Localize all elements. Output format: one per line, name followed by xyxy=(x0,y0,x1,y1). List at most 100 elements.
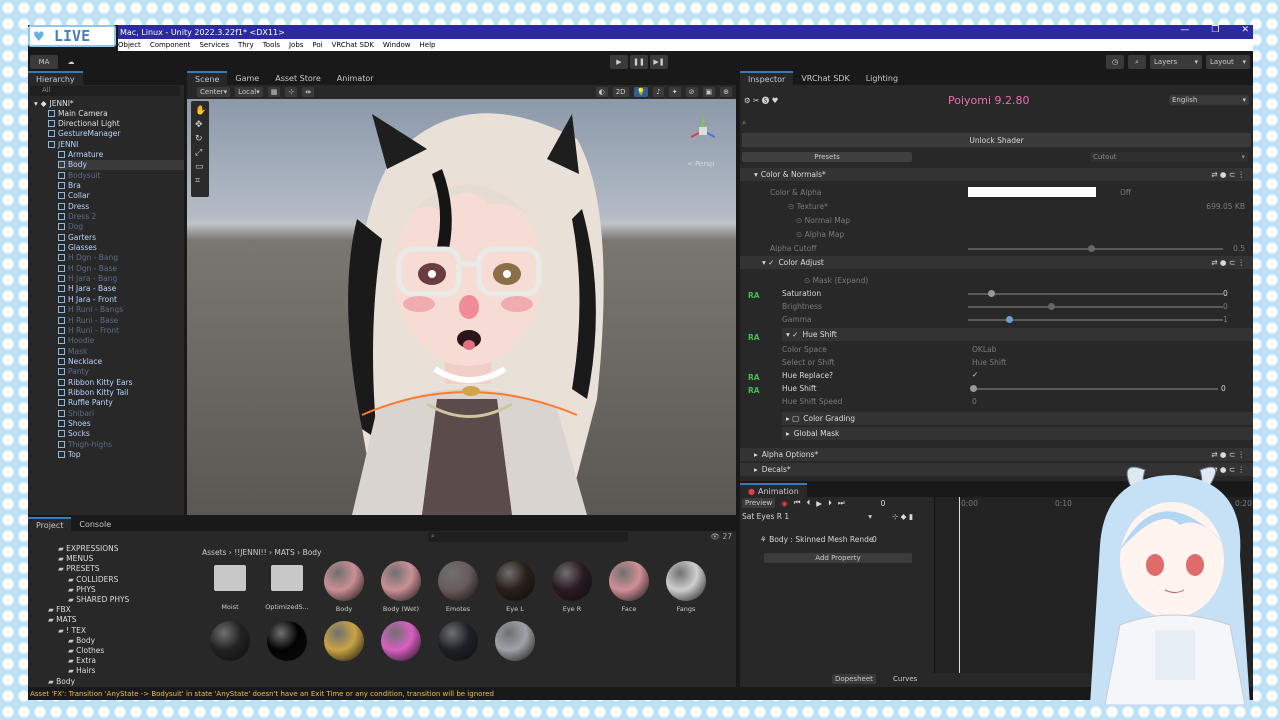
play-anim-button[interactable]: ▶ xyxy=(816,499,822,508)
hierarchy-item[interactable]: H Runi - Bangs xyxy=(58,305,184,315)
asset-item[interactable] xyxy=(206,621,254,665)
render-mode-dropdown[interactable]: Cutout ▾ xyxy=(1090,152,1248,162)
off-dropdown[interactable]: Off xyxy=(1120,188,1131,197)
hierarchy-item[interactable]: Dress xyxy=(58,201,184,211)
pause-button[interactable]: ❚❚ xyxy=(630,55,648,69)
saturation-slider[interactable] xyxy=(968,290,1223,297)
asset-item[interactable]: Body (Wet) xyxy=(377,561,425,613)
hierarchy-item[interactable]: Ruffle Panty xyxy=(58,398,184,408)
section-hue-shift[interactable]: ▾ ✓ Hue Shift xyxy=(782,328,1253,341)
asset-item[interactable] xyxy=(320,621,368,665)
menu-jobs[interactable]: Jobs xyxy=(289,41,303,49)
hidden-icon[interactable]: ⊘ xyxy=(685,87,698,97)
grid-icon[interactable]: ▦ xyxy=(267,87,281,97)
effects-icon[interactable]: ✦ xyxy=(668,87,681,97)
unlock-shader-button[interactable]: Unlock Shader xyxy=(742,133,1251,147)
toggle-2d-button[interactable]: 2D xyxy=(612,87,629,97)
hierarchy-item[interactable]: Armature xyxy=(58,149,184,159)
cloud-icon[interactable]: ☁ xyxy=(62,55,80,69)
asset-item[interactable]: Moist xyxy=(206,561,254,611)
hierarchy-item[interactable]: H Jara - Base xyxy=(58,284,184,294)
folder-item[interactable]: ▰ Body xyxy=(68,636,95,645)
breadcrumb-item[interactable]: Body xyxy=(303,548,322,557)
presets-button[interactable]: Presets xyxy=(742,152,912,162)
scene-viewport[interactable]: ✋ ✥ ↻ ⤢ ▭ ⌗ < Persp xyxy=(187,99,736,515)
menu-thry[interactable]: Thry xyxy=(238,41,254,49)
tab-inspector[interactable]: Inspector xyxy=(740,71,794,85)
audio-icon[interactable]: ♪ xyxy=(653,87,664,97)
menu-object[interactable]: Object xyxy=(118,41,141,49)
hierarchy-item[interactable]: Necklace xyxy=(58,356,184,366)
history-icon[interactable]: ◷ xyxy=(1106,55,1124,69)
inspector-search-icon[interactable]: ⌕ xyxy=(742,118,746,128)
curves-tab[interactable]: Curves xyxy=(890,674,920,684)
maximize-button[interactable]: ❐ xyxy=(1211,25,1219,35)
folder-item[interactable]: ▰ PRESETS xyxy=(58,564,99,573)
layers-dropdown[interactable]: Layers ▾ xyxy=(1150,55,1202,69)
dopesheet-tab[interactable]: Dopesheet xyxy=(832,674,876,684)
last-key-button[interactable]: ⏭ xyxy=(838,498,845,508)
snap-icon[interactable]: ⊹ xyxy=(285,87,298,97)
menu-window[interactable]: Window xyxy=(383,41,411,49)
play-button[interactable]: ▶ xyxy=(610,55,628,69)
tab-game[interactable]: Game xyxy=(227,71,267,85)
gizmos-icon[interactable]: ⊕ xyxy=(720,87,732,97)
pivot-dropdown[interactable]: Center ▾ xyxy=(197,87,231,97)
next-key-button[interactable]: ⏵ xyxy=(828,498,832,508)
folder-item[interactable]: ▰ MENUS xyxy=(58,554,93,563)
lighting-icon[interactable]: 💡 xyxy=(633,87,649,97)
tab-vrchat-sdk[interactable]: VRChat SDK xyxy=(793,71,857,85)
step-button[interactable]: ▶❚ xyxy=(650,55,668,69)
asset-item[interactable] xyxy=(434,621,482,665)
folder-item[interactable]: ▰ Extra xyxy=(68,656,96,665)
menu-services[interactable]: Services xyxy=(199,41,229,49)
folder-item[interactable]: ▰ Body xyxy=(48,677,75,686)
hierarchy-search[interactable]: All xyxy=(30,86,180,96)
tab-animation[interactable]: ● Animation xyxy=(740,483,807,497)
asset-item[interactable]: Face xyxy=(605,561,653,613)
asset-item[interactable] xyxy=(263,621,311,665)
folder-item[interactable]: ▰ MATS xyxy=(48,615,77,624)
hierarchy-item[interactable]: Body xyxy=(58,159,184,170)
section-color-normals[interactable]: ▾ Color & Normals* ⇄ ● ⊂ ⋮ xyxy=(740,168,1253,181)
hierarchy-item[interactable]: Mask xyxy=(58,346,184,356)
folder-item[interactable]: ▰ Hairs xyxy=(68,666,95,675)
hierarchy-item[interactable]: H Jara - Front xyxy=(58,294,184,304)
hierarchy-item[interactable]: Shibari xyxy=(58,408,184,418)
add-property-button[interactable]: Add Property xyxy=(764,553,912,563)
project-search[interactable]: ⌕ xyxy=(428,532,628,542)
minimize-button[interactable]: — xyxy=(1180,25,1189,35)
hierarchy-item[interactable]: Ribbon Kitty Ears xyxy=(58,377,184,387)
hierarchy-item[interactable]: JENNI xyxy=(48,139,184,149)
tab-lighting[interactable]: Lighting xyxy=(858,71,906,85)
close-button[interactable]: ✕ xyxy=(1241,25,1249,35)
hierarchy-item[interactable]: GestureManager xyxy=(48,129,184,139)
hierarchy-item[interactable]: H Runi - Base xyxy=(58,315,184,325)
language-dropdown[interactable]: English ▾ xyxy=(1169,95,1249,105)
hierarchy-item[interactable]: Thigh-highs xyxy=(58,439,184,449)
hierarchy-item[interactable]: Socks xyxy=(58,429,184,439)
asset-item[interactable] xyxy=(491,621,539,665)
asset-item[interactable]: Eye L xyxy=(491,561,539,613)
hierarchy-item[interactable]: H Dgn - Base xyxy=(58,263,184,273)
hierarchy-item[interactable]: Dog xyxy=(58,222,184,232)
tab-hierarchy[interactable]: Hierarchy xyxy=(28,71,83,85)
tab-asset-store[interactable]: Asset Store xyxy=(267,71,329,85)
asset-item[interactable]: Emotes xyxy=(434,561,482,613)
frame-field[interactable]: 0 xyxy=(881,499,886,508)
asset-item[interactable]: Eye R xyxy=(548,561,596,613)
breadcrumb-item[interactable]: MATS xyxy=(274,548,294,557)
first-key-button[interactable]: ⏮ xyxy=(794,498,801,508)
menu-vrchat-sdk[interactable]: VRChat SDK xyxy=(332,41,374,49)
hierarchy-item[interactable]: Collar xyxy=(58,191,184,201)
hierarchy-item[interactable]: H Runi - Front xyxy=(58,325,184,335)
folder-item[interactable]: ▰ EXPRESSIONS xyxy=(58,544,119,553)
space-dropdown[interactable]: Local ▾ xyxy=(235,87,263,97)
breadcrumb-item[interactable]: !!JENNI!! xyxy=(234,548,266,557)
folder-item[interactable]: ▰ COLLIDERS xyxy=(68,575,118,584)
asset-item[interactable]: Body xyxy=(320,561,368,613)
account-button[interactable]: MA xyxy=(30,55,58,69)
tab-animator[interactable]: Animator xyxy=(329,71,382,85)
folder-item[interactable]: ▰ SHARED PHYS xyxy=(68,595,129,604)
wrench-icon[interactable]: ⚙ ✂ 🅢 ♥ xyxy=(744,95,778,106)
